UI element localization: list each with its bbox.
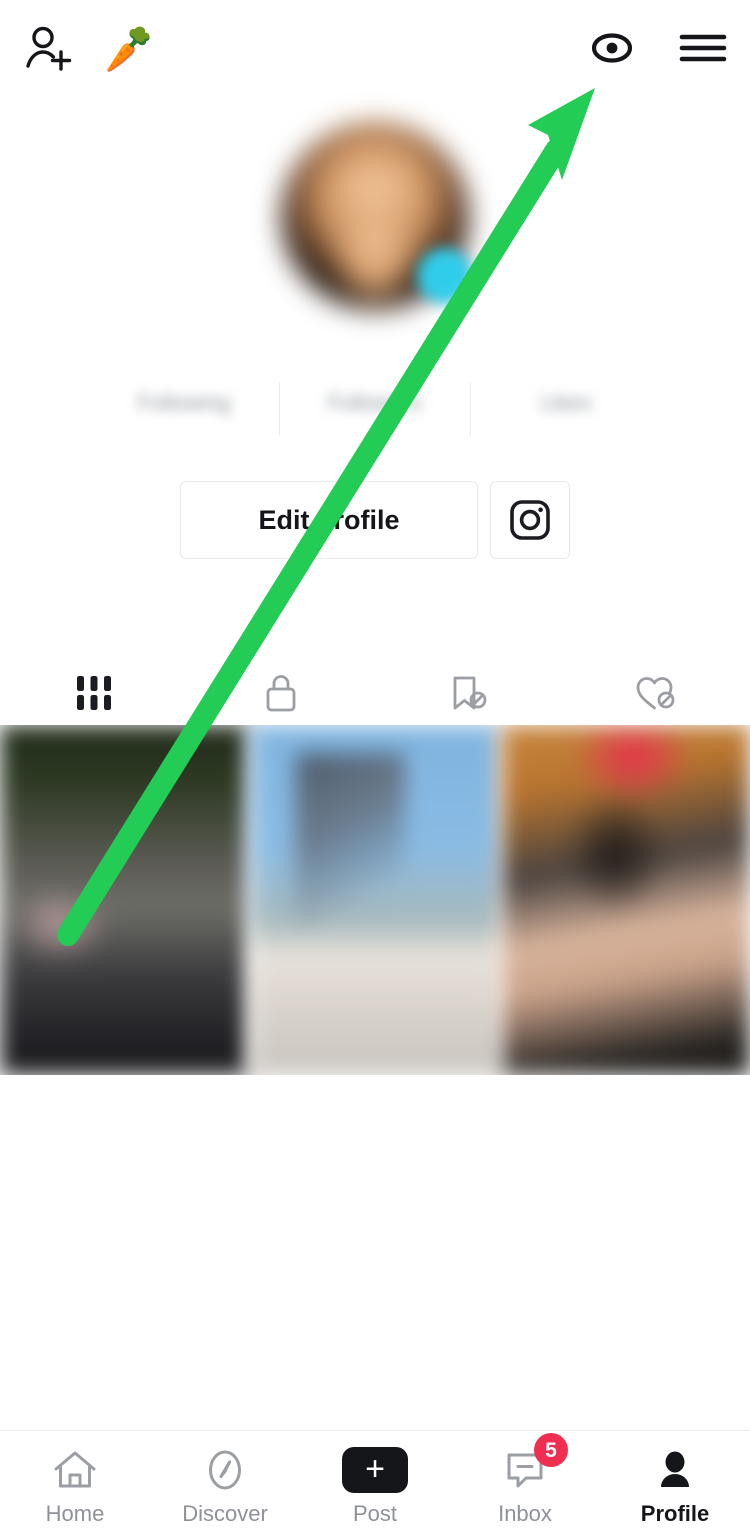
nav-item-discover[interactable]: Discover [150, 1431, 300, 1536]
post-button[interactable]: + [337, 1447, 413, 1493]
profile-stats: Following Followers Likes [0, 376, 750, 436]
video-thumbnail-2[interactable] [251, 725, 499, 1075]
video-thumbnail-1[interactable] [0, 725, 248, 1075]
lock-icon [261, 672, 301, 714]
grid-icon [72, 673, 116, 713]
top-header: 🥕 [0, 0, 750, 96]
stat-likes[interactable]: Likes [471, 376, 661, 416]
compass-icon [202, 1445, 248, 1495]
plus-icon: + [337, 1445, 413, 1495]
nav-label-post: Post [352, 1501, 398, 1526]
eye-icon[interactable] [586, 24, 638, 72]
liked-tab[interactable] [563, 662, 750, 724]
nav-label-inbox: Inbox [498, 1501, 552, 1526]
nav-item-home[interactable]: Home [0, 1431, 150, 1536]
grid-tab[interactable] [0, 662, 188, 724]
instagram-icon [508, 498, 552, 542]
video-grid [0, 725, 750, 1075]
header-left-group: 🥕 [24, 21, 158, 76]
edit-profile-button[interactable]: Edit profile [180, 481, 478, 559]
content-tabs [0, 662, 750, 724]
add-user-icon[interactable] [24, 24, 76, 74]
person-icon [652, 1445, 698, 1495]
private-tab[interactable] [188, 662, 376, 724]
stat-followers[interactable]: Followers [280, 376, 470, 416]
inbox-badge: 5 [534, 1433, 568, 1467]
stat-followers-label: Followers [327, 390, 423, 415]
bookmark-slash-icon [446, 672, 492, 714]
inbox-icon: 5 [502, 1433, 568, 1495]
nav-label-discover: Discover [182, 1501, 268, 1526]
profile-actions: Edit profile [0, 481, 750, 559]
stat-following[interactable]: Following [89, 376, 279, 416]
home-icon [51, 1445, 99, 1495]
stat-likes-label: Likes [540, 390, 592, 415]
bottom-navigation: Home Discover + Post 5 Inbox Profile [0, 1430, 750, 1536]
avatar-badge-icon [417, 248, 473, 304]
avatar[interactable] [281, 122, 473, 310]
hamburger-menu-icon[interactable] [678, 27, 728, 69]
saved-tab[interactable] [375, 662, 563, 724]
nav-label-profile: Profile [640, 1501, 710, 1526]
carrot-emoji-icon: 🥕 [98, 21, 158, 76]
heart-slash-icon [632, 672, 680, 714]
header-right-group [586, 24, 728, 72]
nav-item-profile[interactable]: Profile [600, 1431, 750, 1536]
stat-following-label: Following [137, 390, 231, 415]
nav-item-inbox[interactable]: 5 Inbox [450, 1431, 600, 1536]
tiktok-profile-screen: 🥕 Following Followers Likes Edit profile… [0, 0, 750, 1536]
plus-glyph: + [365, 1449, 385, 1488]
video-thumbnail-3[interactable] [502, 725, 750, 1075]
instagram-link-button[interactable] [490, 481, 570, 559]
nav-label-home: Home [45, 1501, 105, 1526]
nav-item-post[interactable]: + Post [300, 1431, 450, 1536]
